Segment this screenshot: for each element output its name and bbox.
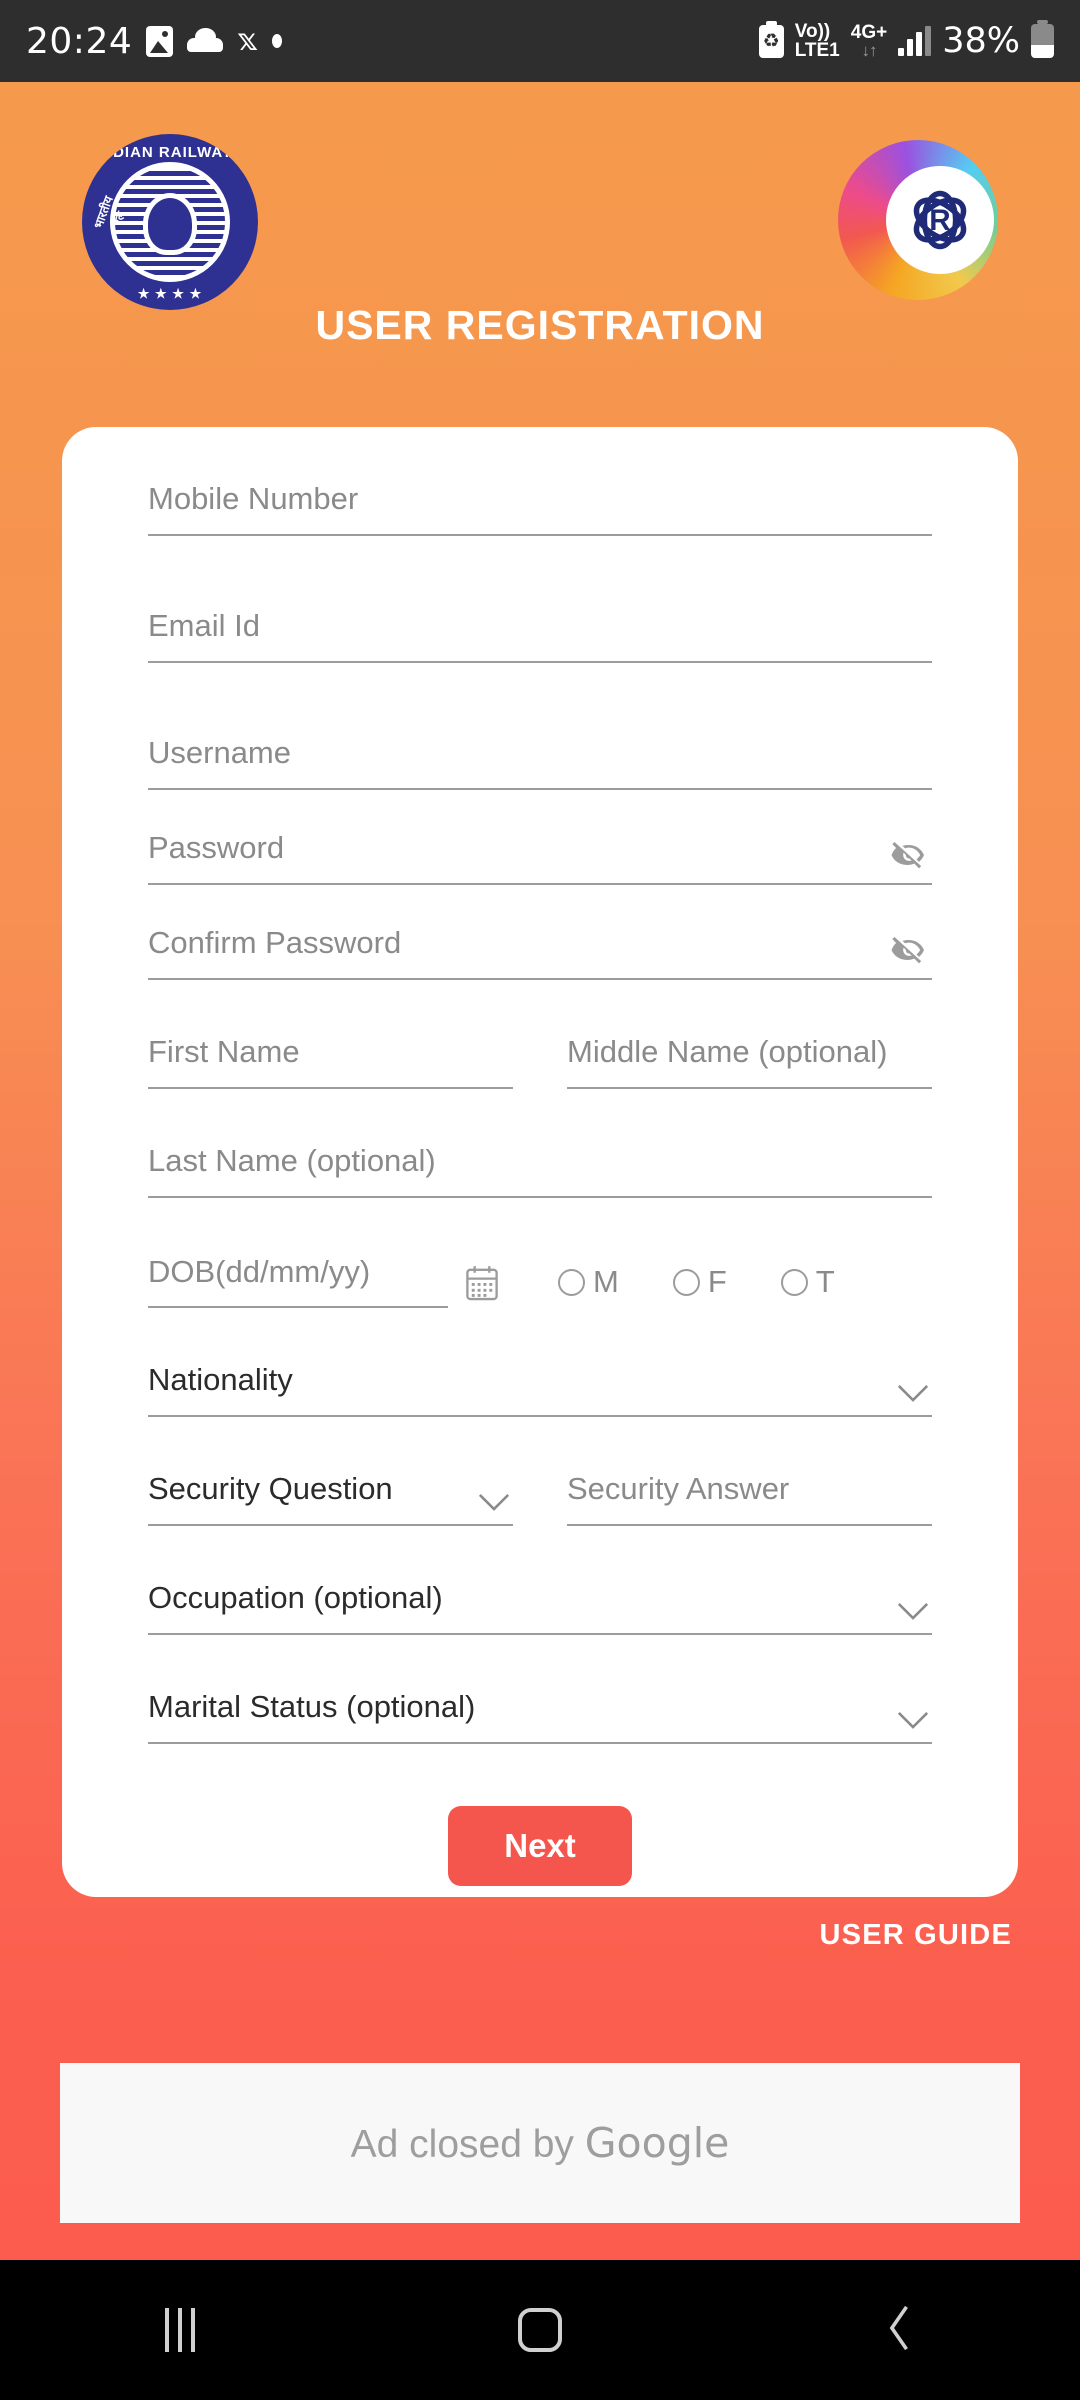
status-clock: 20:24 bbox=[26, 20, 133, 62]
railways-emblem-ring bbox=[110, 162, 230, 282]
username-placeholder: Username bbox=[148, 737, 291, 770]
volte-line-1: Vo)) bbox=[794, 21, 831, 42]
status-bar-left: 20:24 𝕩 bbox=[26, 21, 282, 62]
marital-status-dropdown[interactable]: Marital Status (optional) bbox=[148, 1691, 932, 1744]
mobile-number-placeholder: Mobile Number bbox=[148, 483, 359, 516]
security-answer-placeholder: Security Answer bbox=[567, 1473, 790, 1506]
svg-text:R: R bbox=[929, 204, 950, 237]
home-button[interactable] bbox=[360, 2260, 720, 2400]
nationality-value: Nationality bbox=[148, 1364, 293, 1397]
eye-off-icon[interactable] bbox=[886, 930, 932, 970]
railways-logo-stars: ★ ★ ★ ★ bbox=[137, 286, 203, 301]
home-icon bbox=[518, 2308, 562, 2352]
gender-option-f[interactable]: F bbox=[672, 1264, 727, 1300]
battery-icon bbox=[1031, 20, 1054, 58]
volte-icon: Vo)) LTE1 bbox=[795, 22, 840, 60]
security-question-dropdown[interactable]: Security Question bbox=[148, 1473, 513, 1526]
dot-icon bbox=[271, 34, 282, 48]
battery-percent-label: 38% bbox=[942, 21, 1020, 61]
user-guide-link[interactable]: USER GUIDE bbox=[820, 1919, 1012, 1952]
middle-name-field[interactable]: Middle Name (optional) bbox=[567, 1036, 932, 1089]
eye-off-icon[interactable] bbox=[886, 835, 932, 875]
gender-label-m: M bbox=[593, 1264, 619, 1299]
status-bar: 20:24 𝕩 Vo)) LTE1 4G+ ↓↑ 38% bbox=[0, 0, 1080, 82]
irctc-atom-icon: R bbox=[913, 190, 967, 250]
registration-form-card: Mobile Number Email Id Username Password… bbox=[62, 427, 1018, 1897]
x-icon: 𝕩 bbox=[237, 23, 258, 58]
marital-status-value: Marital Status (optional) bbox=[148, 1691, 476, 1724]
ad-banner[interactable]: Ad closed by Google bbox=[60, 2063, 1020, 2223]
gender-label-t: T bbox=[815, 1264, 835, 1299]
status-bar-right: Vo)) LTE1 4G+ ↓↑ 38% bbox=[758, 20, 1054, 61]
security-question-value: Security Question bbox=[148, 1473, 393, 1506]
confirm-password-field[interactable]: Confirm Password bbox=[148, 927, 932, 980]
name-row: First Name Middle Name (optional) bbox=[148, 1036, 932, 1089]
network-type-icon: 4G+ ↓↑ bbox=[851, 23, 887, 59]
occupation-dropdown[interactable]: Occupation (optional) bbox=[148, 1582, 932, 1635]
password-placeholder: Password bbox=[148, 832, 285, 865]
irctc-logo-inner: R bbox=[886, 166, 994, 274]
first-name-field[interactable]: First Name bbox=[148, 1036, 513, 1089]
back-icon bbox=[880, 2302, 920, 2359]
dob-field[interactable]: DOB(dd/mm/yy) bbox=[148, 1254, 448, 1308]
nationality-dropdown[interactable]: Nationality bbox=[148, 1364, 932, 1417]
first-name-placeholder: First Name bbox=[148, 1036, 300, 1069]
app-screen: 20:24 𝕩 Vo)) LTE1 4G+ ↓↑ 38% INDIAN RAIL… bbox=[0, 0, 1080, 2400]
network-label: 4G+ bbox=[850, 22, 888, 43]
gender-option-t[interactable]: T bbox=[780, 1264, 835, 1300]
radio-circle-icon bbox=[672, 1268, 700, 1296]
radio-circle-icon bbox=[558, 1268, 585, 1296]
chevron-down-icon bbox=[477, 1492, 511, 1512]
page-title: USER REGISTRATION bbox=[315, 302, 765, 348]
chevron-down-icon bbox=[896, 1383, 930, 1403]
mobile-number-field[interactable]: Mobile Number bbox=[148, 483, 932, 536]
ad-brand-label: Google bbox=[584, 2119, 730, 2167]
calendar-icon[interactable] bbox=[464, 1264, 500, 1302]
cloud-icon bbox=[187, 28, 224, 52]
next-button-wrapper: Next bbox=[148, 1806, 932, 1886]
gender-label-f: F bbox=[707, 1264, 727, 1299]
email-id-field[interactable]: Email Id bbox=[148, 610, 932, 663]
header: INDIAN RAILWAYS भारतीय रेल ★ ★ ★ ★ R USE… bbox=[0, 82, 1080, 427]
railways-logo-text-top: INDIAN RAILWAYS bbox=[96, 144, 244, 161]
username-field[interactable]: Username bbox=[148, 737, 932, 790]
image-icon bbox=[146, 25, 174, 57]
gender-option-m[interactable]: M bbox=[558, 1264, 619, 1300]
battery-saver-icon bbox=[758, 20, 784, 58]
security-row: Security Question Security Answer bbox=[148, 1473, 932, 1526]
password-field[interactable]: Password bbox=[148, 832, 932, 885]
volte-line-2: LTE1 bbox=[794, 40, 840, 61]
dob-placeholder: DOB(dd/mm/yy) bbox=[148, 1254, 371, 1289]
ad-closed-label: Ad closed by Google bbox=[351, 2119, 730, 2167]
last-name-placeholder: Last Name (optional) bbox=[148, 1145, 436, 1178]
confirm-password-placeholder: Confirm Password bbox=[148, 927, 402, 960]
middle-name-placeholder: Middle Name (optional) bbox=[567, 1036, 888, 1069]
occupation-value: Occupation (optional) bbox=[148, 1582, 443, 1615]
dob-gender-row: DOB(dd/mm/yy) M F T bbox=[148, 1254, 932, 1308]
chevron-down-icon bbox=[896, 1601, 930, 1621]
chevron-down-icon bbox=[896, 1710, 930, 1730]
security-answer-field[interactable]: Security Answer bbox=[567, 1473, 932, 1526]
android-navigation-bar bbox=[0, 2260, 1080, 2400]
radio-circle-icon bbox=[780, 1268, 808, 1296]
irctc-logo: R bbox=[838, 140, 998, 300]
recents-icon bbox=[165, 2308, 195, 2352]
email-id-placeholder: Email Id bbox=[148, 610, 260, 643]
ad-text-prefix: Ad closed by bbox=[350, 2123, 585, 2166]
next-button[interactable]: Next bbox=[448, 1806, 632, 1886]
recents-button[interactable] bbox=[0, 2260, 360, 2400]
back-button[interactable] bbox=[720, 2260, 1080, 2400]
signal-bars-icon bbox=[898, 26, 932, 56]
gender-radio-group: M F T bbox=[558, 1264, 835, 1300]
last-name-field[interactable]: Last Name (optional) bbox=[148, 1145, 932, 1198]
data-arrows-icon: ↓↑ bbox=[861, 41, 877, 60]
indian-railways-logo: INDIAN RAILWAYS भारतीय रेल ★ ★ ★ ★ bbox=[82, 134, 258, 310]
